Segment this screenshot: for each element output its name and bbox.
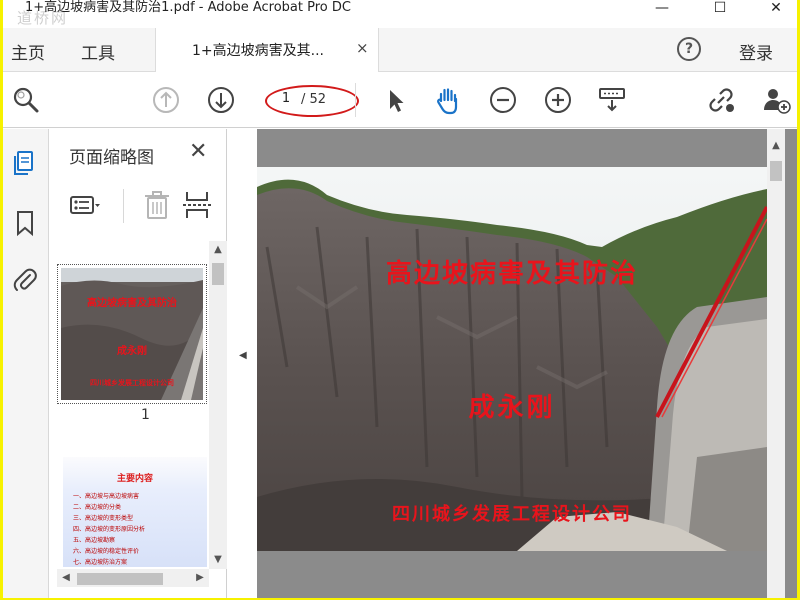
- thumbnail-company-text: 四川城乡发展工程设计公司: [90, 378, 174, 387]
- next-page-icon[interactable]: [206, 85, 236, 115]
- document-company: 四川城乡发展工程设计公司: [392, 504, 632, 525]
- delete-icon[interactable]: [141, 189, 173, 221]
- scroll-up-icon[interactable]: ▲: [209, 241, 227, 259]
- document-tab-label: 1+高边坡病害及其...: [192, 43, 324, 59]
- thumbnails-title: 页面缩略图: [69, 148, 154, 168]
- scroll-left-icon[interactable]: ◀: [57, 569, 75, 587]
- thumbnail-page-2-title: 主要内容: [116, 474, 153, 484]
- scroll-thumb[interactable]: [77, 573, 163, 585]
- login-button[interactable]: 登录: [739, 39, 773, 64]
- thumbnail-page-2-item: 四、高边坡的变形原因分析: [73, 526, 146, 533]
- scroll-thumb[interactable]: [770, 161, 782, 181]
- scroll-thumb[interactable]: [212, 263, 224, 285]
- thumbnail-page-2[interactable]: 主要内容 一、高边坡与高边坡病害 二、高边坡的分类 三、高边坡的变形类型 四、高…: [63, 457, 207, 567]
- pdf-page: 高边坡病害及其防治 成永刚 四川城乡发展工程设计公司: [257, 167, 767, 551]
- zoom-in-icon[interactable]: [543, 85, 573, 115]
- close-window-button[interactable]: ✕: [753, 0, 797, 22]
- fit-page-icon[interactable]: [597, 85, 627, 115]
- toolbar-divider: [355, 83, 356, 117]
- insert-page-icon[interactable]: [181, 189, 213, 221]
- document-vertical-scrollbar[interactable]: ▲: [767, 129, 785, 598]
- thumbnails-horizontal-scrollbar[interactable]: ◀ ▶: [57, 569, 209, 587]
- thumbnail-page-2-item: 一、高边坡与高边坡病害: [73, 493, 140, 500]
- page-indicator: 1 / 52: [265, 85, 361, 117]
- menu-home[interactable]: 主页: [11, 39, 45, 64]
- document-tab-close-icon[interactable]: ×: [356, 39, 369, 57]
- collapse-panel-icon[interactable]: ◀: [239, 350, 247, 361]
- menu-tools[interactable]: 工具: [81, 39, 115, 64]
- thumbnail-page-2-item: 二、高边坡的分类: [73, 504, 122, 511]
- slope-photo: [257, 167, 767, 551]
- zoom-out-icon[interactable]: [488, 85, 518, 115]
- minimize-button[interactable]: —: [639, 0, 685, 22]
- scroll-up-icon[interactable]: ▲: [767, 137, 785, 155]
- title-bar: 道桥网 1+高边坡病害及其防治1.pdf - Adobe Acrobat Pro…: [3, 0, 797, 28]
- window-title: 1+高边坡病害及其防治1.pdf - Adobe Acrobat Pro DC: [25, 0, 351, 15]
- left-rail: [3, 129, 49, 598]
- toolbar: 1 / 52: [3, 73, 797, 128]
- select-cursor-icon[interactable]: [381, 85, 411, 115]
- hand-tool-icon[interactable]: [433, 85, 463, 115]
- maximize-button[interactable]: ☐: [697, 0, 743, 22]
- thumbnail-page-2-item: 七、高边坡防治方案: [73, 559, 128, 566]
- add-user-icon[interactable]: [761, 85, 791, 115]
- scroll-down-icon[interactable]: ▼: [209, 551, 227, 569]
- thumbnails-close-icon[interactable]: ✕: [189, 139, 207, 164]
- page-total: / 52: [301, 92, 327, 107]
- scroll-right-icon[interactable]: ▶: [191, 569, 209, 587]
- thumbnail-page-2-item: 六、高边坡的稳定性评价: [73, 548, 140, 555]
- acrobat-window: 道桥网 1+高边坡病害及其防治1.pdf - Adobe Acrobat Pro…: [3, 0, 797, 598]
- document-title: 高边坡病害及其防治: [385, 259, 638, 289]
- bookmark-icon[interactable]: [11, 209, 39, 237]
- prev-page-icon[interactable]: [151, 85, 181, 115]
- thumbnail-author-text: 成永刚: [117, 346, 147, 357]
- thumbnail-options-icon[interactable]: [69, 189, 101, 221]
- thumbnail-page-2-item: 五、高边坡勘察: [73, 537, 116, 544]
- attachment-icon[interactable]: [11, 265, 39, 293]
- thumbnails-list: 高边坡病害及其防治 成永刚 四川城乡发展工程设计公司 1 主要内容 一、高边坡与…: [49, 239, 209, 569]
- thumbnail-page-2-item: 三、高边坡的变形类型: [73, 515, 134, 522]
- page-thumbnails-icon[interactable]: [11, 149, 39, 177]
- thumbnails-vertical-scrollbar[interactable]: ▲ ▼: [209, 241, 227, 569]
- document-tab[interactable]: 1+高边坡病害及其... ×: [155, 28, 379, 72]
- document-area: 高边坡病害及其防治 成永刚 四川城乡发展工程设计公司 ▲: [257, 129, 797, 598]
- search-icon[interactable]: [11, 85, 41, 115]
- thumbnail-page-1-image: 高边坡病害及其防治 成永刚 四川城乡发展工程设计公司: [61, 268, 203, 400]
- thumbnails-panel: 页面缩略图 ✕ 高边坡病害及其防治 成永刚 四川城乡发展工程设计公司 1 主要内…: [49, 129, 227, 598]
- thumbnail-page-1-label: 1: [141, 407, 150, 423]
- share-link-icon[interactable]: [706, 85, 736, 115]
- thumbnail-title-text: 高边坡病害及其防治: [87, 298, 177, 309]
- help-icon[interactable]: ?: [677, 37, 701, 61]
- page-number-input[interactable]: 1: [275, 91, 297, 109]
- thumbnails-divider: [123, 189, 124, 223]
- document-author: 成永刚: [468, 393, 556, 423]
- menu-bar: 主页 工具 1+高边坡病害及其... × ? 登录: [3, 28, 797, 72]
- thumbnail-page-1[interactable]: 高边坡病害及其防治 成永刚 四川城乡发展工程设计公司: [57, 264, 207, 404]
